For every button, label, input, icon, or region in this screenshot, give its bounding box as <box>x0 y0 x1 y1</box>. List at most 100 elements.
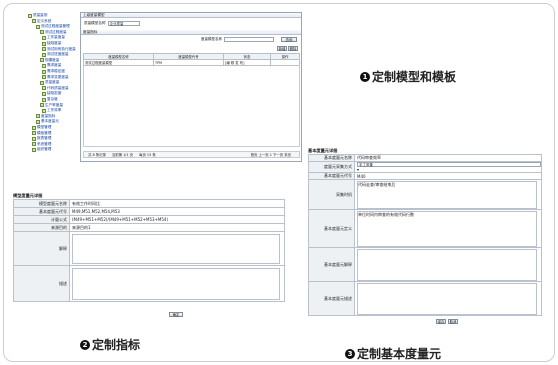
folder-icon <box>42 41 46 46</box>
base-form: 基本度量元名称 代码审查效率 度量元采集方式 手工采集▾ 基本度量元代号 M40 采集… <box>308 154 542 316</box>
folder-icon <box>42 35 46 40</box>
bf-v0[interactable]: 代码审查效率 <box>354 154 542 162</box>
tree-item[interactable]: 复杂度 <box>42 97 58 102</box>
tree-item[interactable]: 工作量度量 <box>42 35 65 40</box>
tree-item[interactable]: 模板管理 <box>32 131 51 136</box>
mf-v0[interactable]: 有效工作时间比 <box>69 199 285 208</box>
callout-3: 3 定制基本度量元 <box>345 345 441 362</box>
tree-item-label: 基本度量元 <box>41 119 59 124</box>
search-label: 度量模型名称 <box>201 37 222 41</box>
folder-icon <box>32 147 36 152</box>
search-input[interactable] <box>224 37 274 42</box>
folder-icon <box>42 108 46 113</box>
tree-item[interactable]: 缺陷密度 <box>42 91 61 96</box>
chevron-down-icon[interactable]: ▾ <box>357 167 359 172</box>
metric-form-title: 模型度量元详细 <box>13 193 43 198</box>
tree-item[interactable]: 测试进度度量 <box>42 52 69 57</box>
confirm-button[interactable]: 确定 <box>169 312 183 317</box>
definition-textarea[interactable]: 单位时间内审查的有效代码行数 <box>357 210 537 247</box>
bf-v5[interactable] <box>354 247 542 282</box>
folder-icon <box>42 63 46 68</box>
callout-1: 1 定制模型和模板 <box>360 68 456 85</box>
bf-k5: 基本度量元解释 <box>308 247 355 282</box>
tree-item[interactable]: 工作效率 <box>42 108 61 113</box>
tree-item[interactable]: 测试用例执行度量 <box>42 47 76 52</box>
bf-k0: 基本度量元名称 <box>308 154 355 162</box>
mf-v2[interactable]: (M49+M51+M52)/(M49+M51+M52+M53+M54) <box>69 215 285 224</box>
tree-item[interactable]: 需求变更度量 <box>42 75 69 80</box>
pager: 共 8 条记录 当前第 1/1 页 每页 15 条 首页 上一页 1 下一页 末… <box>83 151 300 158</box>
table-empty-area <box>83 65 300 147</box>
pager-nav[interactable]: 首页 上一页 1 下一页 末页 <box>251 152 291 157</box>
tree-item-label: 缺陷度量 <box>47 41 62 45</box>
tree-item-label: 质量度量 <box>45 80 60 85</box>
bf-v6[interactable] <box>354 281 542 316</box>
tree-item-label: 测试过程度量管理 <box>41 24 70 29</box>
add-button[interactable]: 新增 <box>277 46 287 51</box>
callout-2: 2 定制指标 <box>80 336 140 353</box>
base-describe-textarea[interactable] <box>357 282 537 315</box>
folder-icon <box>32 19 36 24</box>
folder-icon <box>42 47 46 52</box>
folder-icon <box>36 114 40 119</box>
tree-item[interactable]: 质量量测 <box>28 13 47 18</box>
tree-item[interactable]: 测试过程度量管理 <box>36 24 70 29</box>
bf-v4[interactable]: 单位时间内审查的有效代码行数 <box>354 209 542 248</box>
describe-textarea[interactable] <box>72 267 280 300</box>
folder-icon <box>32 136 36 141</box>
callout-1-number: 1 <box>360 71 370 82</box>
folder-icon <box>42 86 46 91</box>
tree-item-label: 生产率度量 <box>45 102 63 107</box>
tree-item[interactable]: 定义系统 <box>32 19 51 24</box>
tree-item-label: 模板管理 <box>37 130 52 135</box>
tree-item-label: 工作量度量 <box>47 35 65 40</box>
folder-icon <box>42 69 46 74</box>
tree-item-label: 质量量测 <box>33 13 48 17</box>
tree-item-label: 定义系统 <box>37 18 52 23</box>
tree-item[interactable]: 需求度量 <box>42 63 61 68</box>
delete-button[interactable]: 删除 <box>288 46 298 51</box>
bf-k6: 基本度量元描述 <box>308 281 355 316</box>
tree-item[interactable]: 模型管理 <box>32 125 51 130</box>
bf-v1[interactable]: 手工采集▾ <box>354 161 542 173</box>
mf-v3[interactable]: 来源目的1 <box>69 223 285 232</box>
tree-item-label: 复杂度 <box>47 97 58 101</box>
tree-item[interactable]: 需求稳定度 <box>42 69 65 74</box>
panel-title: 上级度量模型 <box>81 13 301 18</box>
mf-v4[interactable] <box>69 231 285 266</box>
folder-icon <box>42 97 46 102</box>
tree-item-label: 组织管理 <box>37 147 52 152</box>
folder-icon <box>42 75 46 80</box>
tree-item[interactable]: 组织管理 <box>32 147 51 152</box>
sub-title: 度量指标 <box>81 30 301 35</box>
base-form-panel: 基本度量元详细 基本度量元名称 代码审查效率 度量元采集方式 手工采集▾ 基本度量元… <box>308 148 544 326</box>
collect-method-select[interactable]: 手工采集 <box>357 162 541 167</box>
collect-time-textarea[interactable]: 代码走查/审查结束后 <box>357 180 537 209</box>
model-name-field[interactable]: 企业质量 <box>107 21 140 26</box>
mf-k5: 描述 <box>13 265 70 302</box>
tree-item[interactable]: 基本度量元 <box>36 119 59 124</box>
cancel-button[interactable]: 取消 <box>448 319 458 324</box>
explain-textarea[interactable] <box>72 233 280 264</box>
tree-item[interactable]: 缺陷度量 <box>42 41 61 46</box>
tree-item-label: 工作效率 <box>47 108 62 113</box>
base-explain-textarea[interactable] <box>357 248 537 281</box>
metric-form-panel: 模型度量元详细 模型度量元名称 有效工作时间比 基本度量元代号 M49,M51,M5… <box>13 192 287 320</box>
bf-v3[interactable]: 代码走查/审查结束后 <box>354 179 542 210</box>
bf-k1: 度量元采集方式 <box>308 161 355 173</box>
folder-icon <box>36 24 40 29</box>
mf-v5[interactable] <box>69 265 285 302</box>
bf-v2[interactable]: M40 <box>354 172 542 180</box>
folder-icon <box>40 80 44 85</box>
pager-size[interactable]: 每页 15 条 <box>139 152 156 157</box>
callout-3-text: 定制基本度量元 <box>357 347 442 361</box>
mf-v1[interactable]: M49,M51,M52,M54,M53 <box>69 207 285 216</box>
tree-item[interactable]: 报表管理 <box>32 136 51 141</box>
model-name-label: 质量模型名称 <box>84 21 106 25</box>
search-button[interactable]: 查询 <box>281 37 297 42</box>
tree-item[interactable]: 质量度量 <box>40 80 59 85</box>
tree-item[interactable]: 生产率度量 <box>40 103 63 108</box>
folder-icon <box>42 52 46 57</box>
save-button[interactable]: 保存 <box>436 319 446 324</box>
mf-k4: 解释 <box>13 231 70 266</box>
